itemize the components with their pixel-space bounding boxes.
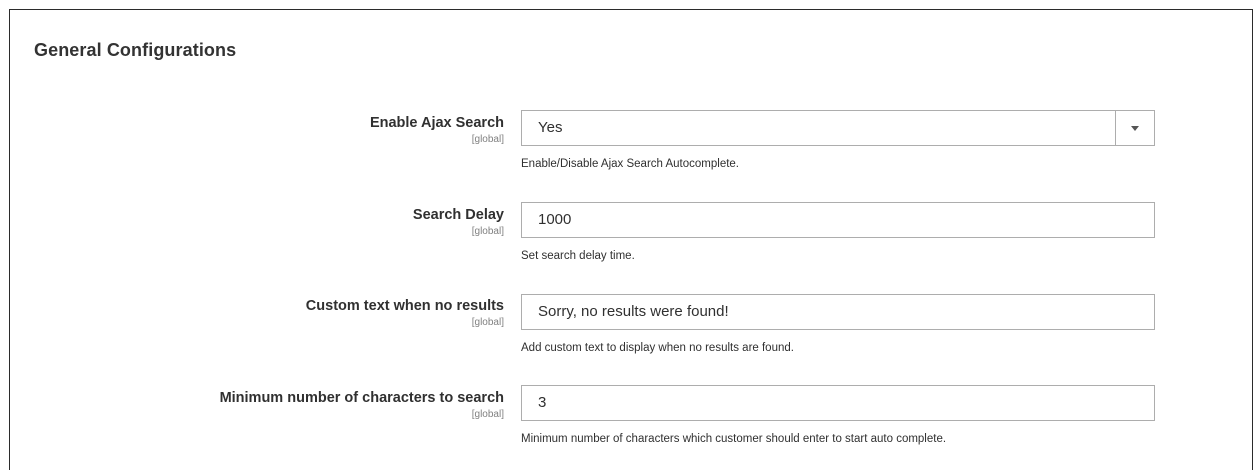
custom-text-input[interactable]: Sorry, no results were found! xyxy=(521,294,1155,330)
enable-ajax-search-select[interactable]: Yes xyxy=(521,110,1155,146)
select-dropdown-button[interactable] xyxy=(1115,111,1154,145)
field-note: Set search delay time. xyxy=(521,250,635,262)
field-label-enable-ajax-search: Enable Ajax Search xyxy=(369,115,504,131)
scope-label: [global] xyxy=(471,409,504,420)
section-title: General Configurations xyxy=(34,40,237,60)
select-value: Yes xyxy=(538,119,563,136)
min-characters-input[interactable]: 3 xyxy=(521,385,1155,421)
scope-label: [global] xyxy=(471,317,504,328)
config-section: General Configurations Enable Ajax Searc… xyxy=(9,9,1253,470)
scope-label: [global] xyxy=(471,134,504,145)
field-note: Enable/Disable Ajax Search Autocomplete. xyxy=(521,158,739,170)
search-delay-input[interactable]: 1000 xyxy=(521,202,1155,238)
field-label-search-delay: Search Delay xyxy=(412,207,504,223)
field-label-custom-text: Custom text when no results xyxy=(305,298,504,314)
field-note: Minimum number of characters which custo… xyxy=(521,433,947,445)
field-label-min-characters: Minimum number of characters to search xyxy=(219,390,504,406)
chevron-down-icon xyxy=(1131,125,1139,131)
scope-label: [global] xyxy=(471,226,504,237)
field-note: Add custom text to display when no resul… xyxy=(521,342,794,354)
